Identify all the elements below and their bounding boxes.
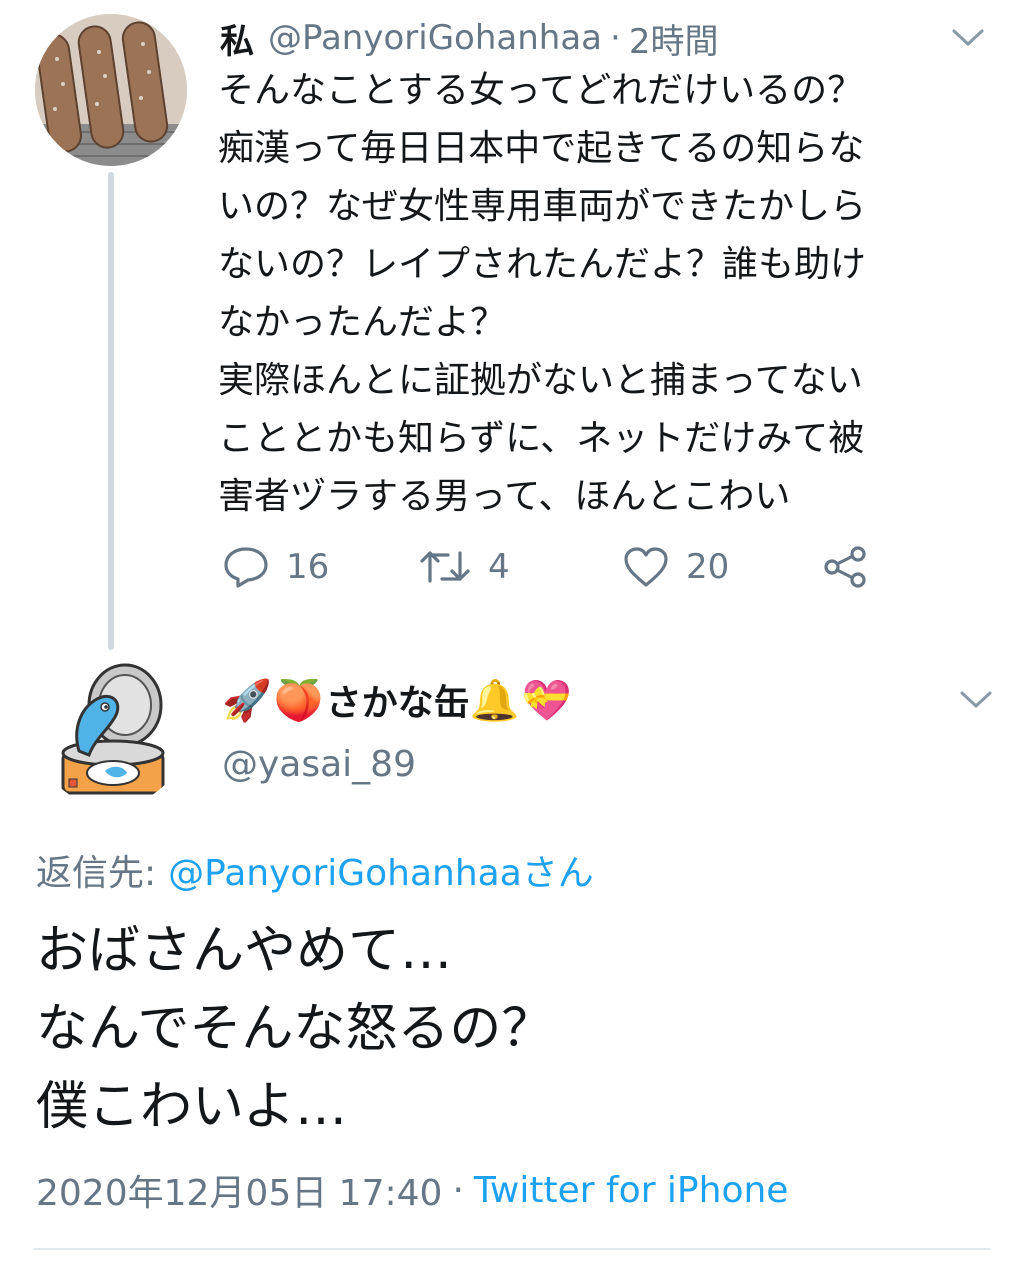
tweet2-author-name[interactable]: 🚀 🍑 さかな缶 🔔 💝 bbox=[222, 672, 573, 728]
reply-to-label: 返信先: bbox=[36, 853, 157, 894]
retweet-button[interactable]: 4 bbox=[418, 542, 510, 592]
heart-icon bbox=[624, 547, 668, 587]
divider bbox=[34, 1248, 990, 1250]
tweet-thread-page: 私 @PanyoriGohanhaa · 2時間 そんなことする女ってどれだけい… bbox=[0, 0, 1024, 1268]
tweet2-meta-separator: · bbox=[452, 1169, 464, 1211]
reply-icon bbox=[224, 547, 268, 588]
bread-photo-icon bbox=[35, 14, 187, 166]
tweet1-text-line: いの？なぜ女性専用車両ができたかしら bbox=[218, 186, 867, 227]
reply-button[interactable]: 16 bbox=[222, 542, 329, 592]
rocket-icon: 🚀 bbox=[222, 677, 272, 724]
tweet1-text-line: なかったんだよ？ bbox=[218, 302, 507, 343]
tweet2-timestamp[interactable]: 2020年12月05日 17:40 bbox=[36, 1164, 442, 1216]
tweet1-menu-chevron-down-icon[interactable] bbox=[950, 20, 986, 56]
tweet2-author-handle[interactable]: @yasai_89 bbox=[222, 744, 416, 794]
tweet1-text-line: 害者ヅラする男って、ほんとこわい bbox=[218, 476, 791, 517]
thread-connector-line bbox=[108, 172, 114, 650]
fish-can-icon bbox=[35, 655, 187, 807]
bread-photo-avatar[interactable] bbox=[35, 14, 187, 166]
reply-to-mention-link[interactable]: @PanyoriGohanhaaさん bbox=[168, 844, 594, 896]
like-count: 20 bbox=[686, 547, 730, 587]
retweet-count: 4 bbox=[488, 547, 510, 587]
tweet1-time[interactable]: 2時間 bbox=[629, 14, 719, 63]
like-button[interactable]: 20 bbox=[622, 542, 729, 592]
tweet1-text: そんなことする女ってどれだけいるの？ 痴漢って毎日日本中で起きてるの知らな いの… bbox=[218, 62, 1008, 526]
tweet1-text-line: そんなことする女ってどれだけいるの？ bbox=[218, 70, 864, 111]
tweet2-meta: 2020年12月05日 17:40 · Twitter for iPhone bbox=[36, 1162, 788, 1218]
tweet1-text-line: ないの？レイプされたんだよ？誰も助け bbox=[218, 244, 867, 285]
tweet2-text-line: おばさんやめて… bbox=[36, 921, 453, 981]
fish-can-avatar[interactable] bbox=[35, 655, 187, 807]
tweet2-text-line: なんでそんな怒るの？ bbox=[36, 999, 554, 1059]
heart-ribbon-icon: 💝 bbox=[521, 677, 572, 724]
tweet1-action-bar: 16 4 20 bbox=[222, 542, 922, 592]
tweet2-display-name: さかな缶 bbox=[325, 683, 470, 724]
peach-icon: 🍑 bbox=[273, 677, 324, 724]
tweet1-text-line: 痴漢って毎日日本中で起きてるの知らな bbox=[218, 128, 865, 169]
retweet-icon bbox=[420, 551, 470, 583]
tweet2-menu-chevron-down-icon[interactable] bbox=[958, 682, 994, 718]
tweet1-author-name[interactable]: 私 bbox=[220, 14, 254, 63]
reply-count: 16 bbox=[286, 547, 330, 587]
tweet1-header: 私 @PanyoriGohanhaa · 2時間 bbox=[220, 14, 719, 63]
reply-to-line: 返信先: @PanyoriGohanhaaさん bbox=[36, 842, 594, 898]
tweet1-author-handle[interactable]: @PanyoriGohanhaa bbox=[268, 18, 602, 58]
share-icon bbox=[824, 546, 866, 588]
tweet2-text: おばさんやめて… なんでそんな怒るの？ 僕こわいよ… bbox=[36, 912, 996, 1146]
bell-icon: 🔔 bbox=[469, 677, 520, 724]
tweet1-separator: · bbox=[610, 18, 621, 58]
tweet2-text-line: 僕こわいよ… bbox=[36, 1077, 347, 1137]
tweet2-source-link[interactable]: Twitter for iPhone bbox=[474, 1170, 789, 1211]
tweet1-text-line: 実際ほんとに証拠がないと捕まってない bbox=[218, 360, 863, 401]
share-button[interactable] bbox=[822, 542, 868, 592]
tweet1-text-line: こととかも知らずに、ネットだけみて被 bbox=[218, 418, 865, 459]
